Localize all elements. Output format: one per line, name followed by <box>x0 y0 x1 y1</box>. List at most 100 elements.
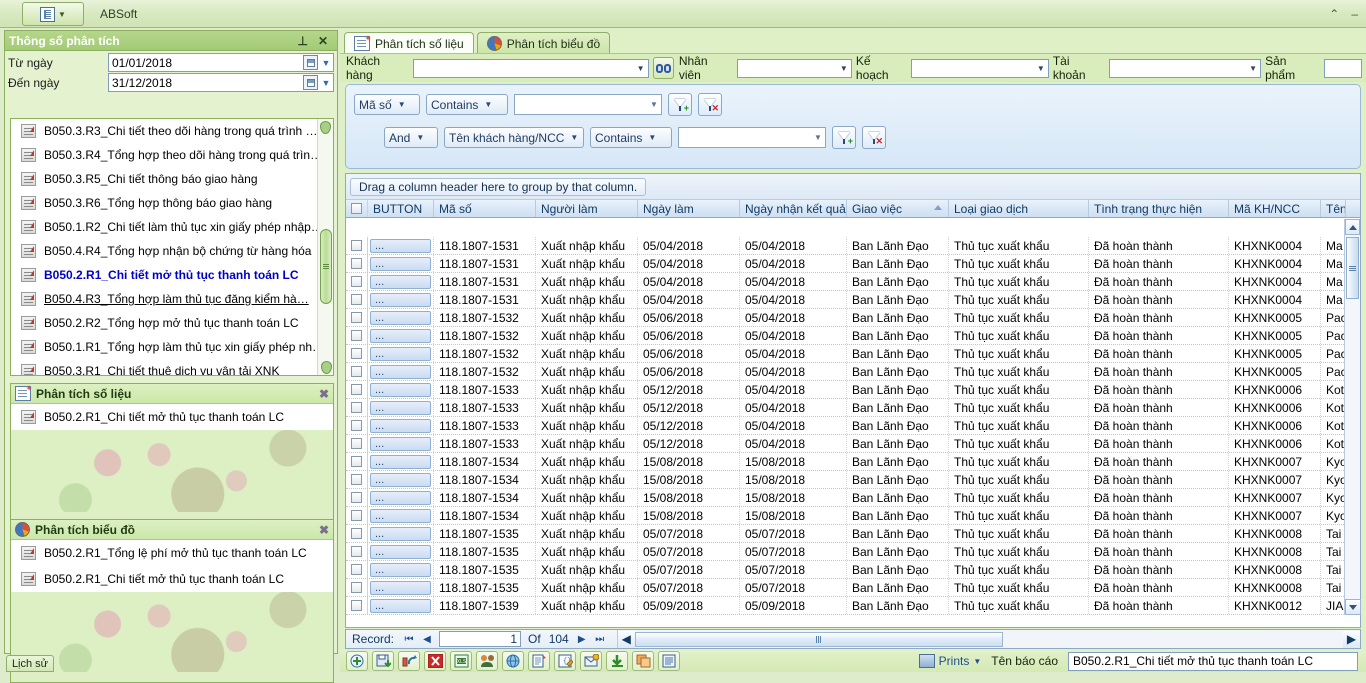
cell-ten[interactable]: Pac <box>1321 327 1346 344</box>
row-detail-button[interactable]: ... <box>370 490 431 505</box>
calendar-icon[interactable] <box>303 55 318 70</box>
copy-icon[interactable] <box>632 651 654 671</box>
row-detail-button[interactable]: ... <box>370 454 431 469</box>
column-header-ma_kh[interactable]: Mã KH/NCC <box>1229 200 1321 217</box>
binoculars-icon[interactable] <box>652 57 674 79</box>
cell-ngay_lam[interactable]: 05/07/2018 <box>638 525 740 542</box>
cell-ten[interactable]: Ma <box>1321 273 1346 290</box>
cell-tinh_trang[interactable]: Đã hoàn thành <box>1089 417 1229 434</box>
cell-nguoi_lam[interactable]: Xuất nhập khẩu <box>536 237 638 254</box>
cell-ngay_nhan[interactable]: 05/04/2018 <box>740 381 847 398</box>
customer-select[interactable]: ▼ <box>413 58 649 78</box>
filter-add-icon[interactable]: + <box>832 126 856 149</box>
cell-ma_so[interactable]: 118.1807-1535 <box>434 579 536 596</box>
row-checkbox[interactable] <box>346 561 368 578</box>
cell-ma_kh[interactable]: KHXNK0004 <box>1229 237 1321 254</box>
row-detail-button[interactable]: ... <box>370 382 431 397</box>
cell-ma_kh[interactable]: KHXNK0006 <box>1229 417 1321 434</box>
row-detail-button[interactable]: ... <box>370 274 431 289</box>
checkbox-icon[interactable] <box>351 348 362 359</box>
cell-giao_viec[interactable]: Ban Lãnh Đạo <box>847 399 949 416</box>
row-checkbox[interactable] <box>346 381 368 398</box>
table-row[interactable]: ... 118.1807-1531 Xuất nhập khẩu 05/04/2018… <box>346 273 1346 291</box>
filter1-value-input[interactable]: ▼ <box>514 94 662 115</box>
cell-loai_giao_dich[interactable]: Thủ tục xuất khẩu <box>949 525 1089 542</box>
from-date-input[interactable]: 01/01/2018 ▼ <box>108 53 334 72</box>
cell-tinh_trang[interactable]: Đã hoàn thành <box>1089 579 1229 596</box>
row-detail-button[interactable]: ... <box>370 580 431 595</box>
filter-remove-icon[interactable]: ✕ <box>698 93 722 116</box>
row-checkbox[interactable] <box>346 525 368 542</box>
row-checkbox[interactable] <box>346 309 368 326</box>
report-tree-item[interactable]: B050.3.R5_Chi tiết thông báo giao hàng <box>11 167 319 191</box>
cell-ma_kh[interactable]: KHXNK0007 <box>1229 453 1321 470</box>
cell-nguoi_lam[interactable]: Xuất nhập khẩu <box>536 345 638 362</box>
cell-ten[interactable]: Kot <box>1321 381 1346 398</box>
cell-button[interactable]: ... <box>368 561 434 578</box>
cell-ma_kh[interactable]: KHXNK0005 <box>1229 309 1321 326</box>
column-header-ma_so[interactable]: Mã số <box>434 200 536 217</box>
cell-button[interactable]: ... <box>368 525 434 542</box>
cell-giao_viec[interactable]: Ban Lãnh Đạo <box>847 597 949 614</box>
report-tree-item[interactable]: B050.1.R1_Tổng hợp làm thủ tục xin giấy … <box>11 335 319 359</box>
cell-ma_kh[interactable]: KHXNK0007 <box>1229 489 1321 506</box>
cell-button[interactable]: ... <box>368 273 434 290</box>
cell-giao_viec[interactable]: Ban Lãnh Đạo <box>847 309 949 326</box>
table-row[interactable]: ... 118.1807-1535 Xuất nhập khẩu 05/07/2018… <box>346 543 1346 561</box>
cell-ngay_lam[interactable]: 15/08/2018 <box>638 507 740 524</box>
cell-loai_giao_dich[interactable]: Thủ tục xuất khẩu <box>949 237 1089 254</box>
cell-ngay_lam[interactable]: 05/12/2018 <box>638 381 740 398</box>
chevron-down-icon[interactable]: ▼ <box>1246 64 1260 73</box>
cell-ma_so[interactable]: 118.1807-1533 <box>434 417 536 434</box>
chevron-down-icon[interactable]: ▼ <box>58 10 66 19</box>
cell-nguoi_lam[interactable]: Xuất nhập khẩu <box>536 471 638 488</box>
cell-loai_giao_dich[interactable]: Thủ tục xuất khẩu <box>949 381 1089 398</box>
cell-ten[interactable]: Ma <box>1321 237 1346 254</box>
row-checkbox[interactable] <box>346 435 368 452</box>
cell-ma_so[interactable]: 118.1807-1534 <box>434 453 536 470</box>
cell-ngay_nhan[interactable]: 05/04/2018 <box>740 309 847 326</box>
row-detail-button[interactable]: ... <box>370 598 431 613</box>
table-row[interactable]: ... 118.1807-1531 Xuất nhập khẩu 05/04/2018… <box>346 291 1346 309</box>
report-tree-item[interactable]: B050.2.R2_Tổng hợp mở thủ tục thanh toán… <box>11 311 319 335</box>
employee-select[interactable]: ▼ <box>736 58 852 78</box>
filter-add-icon[interactable]: + <box>668 93 692 116</box>
cell-nguoi_lam[interactable]: Xuất nhập khẩu <box>536 291 638 308</box>
row-detail-button[interactable]: ... <box>370 364 431 379</box>
cell-ngay_nhan[interactable]: 05/04/2018 <box>740 399 847 416</box>
close-icon[interactable]: ✖ <box>319 523 329 537</box>
column-header-loai_giao_dich[interactable]: Loại giao dịch <box>949 200 1089 217</box>
cell-giao_viec[interactable]: Ban Lãnh Đạo <box>847 489 949 506</box>
scroll-up-icon[interactable] <box>1345 219 1360 235</box>
scroll-right-icon[interactable]: ▶ <box>1343 630 1360 648</box>
cell-nguoi_lam[interactable]: Xuất nhập khẩu <box>536 507 638 524</box>
cell-ma_so[interactable]: 118.1807-1534 <box>434 489 536 506</box>
cell-nguoi_lam[interactable]: Xuất nhập khẩu <box>536 489 638 506</box>
cell-ten[interactable]: Kyo <box>1321 489 1346 506</box>
report-tree-item[interactable]: B050.2.R1_Chi tiết mở thủ tục thanh toán… <box>11 263 319 287</box>
checkbox-icon[interactable] <box>351 203 362 214</box>
cell-loai_giao_dich[interactable]: Thủ tục xuất khẩu <box>949 543 1089 560</box>
prints-button[interactable]: Prints ▼ <box>918 654 981 668</box>
list-item[interactable]: B050.2.R1_Chi tiết mở thủ tục thanh toán… <box>11 404 333 430</box>
cell-giao_viec[interactable]: Ban Lãnh Đạo <box>847 327 949 344</box>
cell-ma_so[interactable]: 118.1807-1534 <box>434 507 536 524</box>
cell-loai_giao_dich[interactable]: Thủ tục xuất khẩu <box>949 597 1089 614</box>
cell-ngay_nhan[interactable]: 05/07/2018 <box>740 543 847 560</box>
cell-tinh_trang[interactable]: Đã hoàn thành <box>1089 597 1229 614</box>
cell-loai_giao_dich[interactable]: Thủ tục xuất khẩu <box>949 255 1089 272</box>
cell-ngay_nhan[interactable]: 05/04/2018 <box>740 417 847 434</box>
row-checkbox[interactable] <box>346 579 368 596</box>
cell-giao_viec[interactable]: Ban Lãnh Đạo <box>847 543 949 560</box>
cell-ngay_lam[interactable]: 05/12/2018 <box>638 417 740 434</box>
cell-tinh_trang[interactable]: Đã hoàn thành <box>1089 399 1229 416</box>
checkbox-icon[interactable] <box>351 294 362 305</box>
plan-select[interactable]: ▼ <box>910 58 1049 78</box>
row-checkbox[interactable] <box>346 273 368 290</box>
cell-nguoi_lam[interactable]: Xuất nhập khẩu <box>536 417 638 434</box>
cell-ma_so[interactable]: 118.1807-1535 <box>434 561 536 578</box>
row-checkbox[interactable] <box>346 489 368 506</box>
report-tree-item[interactable]: B050.1.R2_Chi tiết làm thủ tục xin giấy … <box>11 215 319 239</box>
cell-ten[interactable]: Kot <box>1321 417 1346 434</box>
send-mail-icon[interactable] <box>580 651 602 671</box>
